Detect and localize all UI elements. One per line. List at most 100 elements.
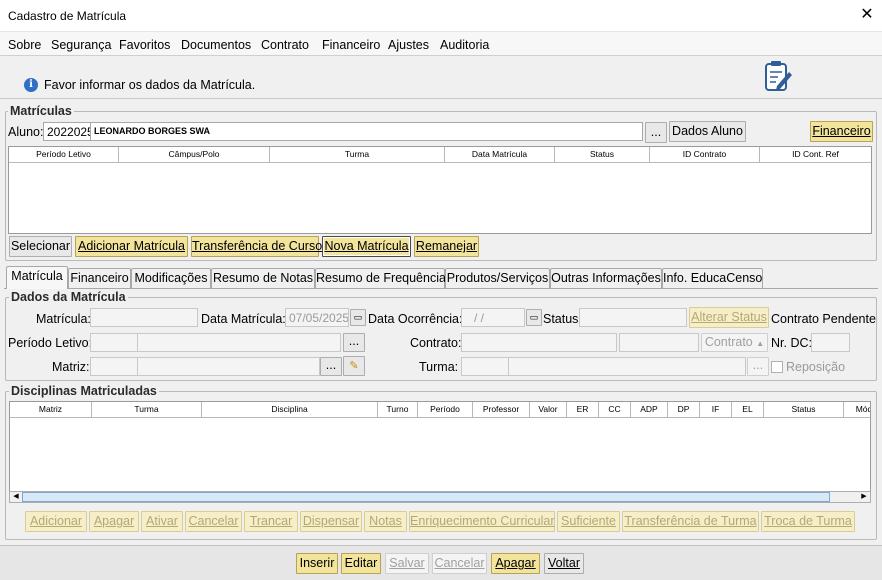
matriz-code-field[interactable] xyxy=(90,357,138,376)
disciplinas-table[interactable]: Matriz Turma Disciplina Turno Período Pr… xyxy=(9,401,871,503)
col-el[interactable]: EL xyxy=(732,402,764,418)
col-if[interactable]: IF xyxy=(700,402,732,418)
status-field[interactable] xyxy=(579,308,687,327)
col-id-cont-ref[interactable]: ID Cont. Ref xyxy=(760,147,871,163)
col-adp[interactable]: ADP xyxy=(631,402,668,418)
col-status[interactable]: Status xyxy=(764,402,844,418)
dispensar-button[interactable]: Dispensar xyxy=(300,511,362,532)
chevron-up-icon: ▲ xyxy=(756,339,765,348)
contrato-dropdown[interactable]: Contrato ▲ xyxy=(701,333,768,352)
matriz-search-button[interactable]: ... xyxy=(320,357,342,376)
col-data-matricula[interactable]: Data Matrícula xyxy=(445,147,555,163)
window-title: Cadastro de Matrícula xyxy=(8,9,127,23)
col-dp[interactable]: DP xyxy=(668,402,700,418)
col-turma[interactable]: Turma xyxy=(92,402,202,418)
salvar-button[interactable]: Salvar xyxy=(385,553,429,574)
tab-financeiro[interactable]: Financeiro xyxy=(68,268,131,288)
horizontal-scrollbar[interactable]: ◀ ▶ xyxy=(9,491,871,503)
matricula-field[interactable] xyxy=(90,308,198,327)
col-disciplina[interactable]: Disciplina xyxy=(202,402,378,418)
scroll-left-icon[interactable]: ◀ xyxy=(10,492,22,502)
scroll-right-icon[interactable]: ▶ xyxy=(858,492,870,502)
col-cc[interactable]: CC xyxy=(599,402,631,418)
inserir-button[interactable]: Inserir xyxy=(296,553,338,574)
adicionar-matricula-button[interactable]: Adicionar Matrícula xyxy=(75,236,188,257)
menu-financeiro[interactable]: Financeiro xyxy=(322,38,380,52)
aluno-name-field[interactable]: LEONARDO BORGES SWA xyxy=(90,122,643,141)
col-status[interactable]: Status xyxy=(555,147,650,163)
apagar-footer-button[interactable]: Apagar xyxy=(491,553,540,574)
turma-desc-field[interactable] xyxy=(508,357,746,376)
menu-auditoria[interactable]: Auditoria xyxy=(440,38,489,52)
tab-produtos-servicos[interactable]: Produtos/Serviços xyxy=(445,268,550,288)
data-matricula-field[interactable]: 07/05/2025 xyxy=(285,308,349,327)
contrato-extra-field[interactable] xyxy=(619,333,699,352)
tab-modificacoes[interactable]: Modificações xyxy=(131,268,211,288)
close-icon[interactable]: ✕ xyxy=(856,4,878,26)
matriculas-table[interactable]: Período Letivo Câmpus/Polo Turma Data Ma… xyxy=(8,146,872,234)
troca-turma-button[interactable]: Troca de Turma xyxy=(761,511,855,532)
col-turno[interactable]: Turno xyxy=(378,402,418,418)
matriz-desc-field[interactable] xyxy=(137,357,320,376)
adicionar-button[interactable]: Adicionar xyxy=(25,511,87,532)
col-periodo-letivo[interactable]: Período Letivo xyxy=(9,147,119,163)
tab-outras-informacoes[interactable]: Outras Informações xyxy=(550,268,662,288)
menu-favoritos[interactable]: Favoritos xyxy=(119,38,170,52)
reposicao-checkbox[interactable] xyxy=(771,361,783,373)
col-er[interactable]: ER xyxy=(567,402,599,418)
col-matriz[interactable]: Matriz xyxy=(10,402,92,418)
data-matricula-label: Data Matrícula: xyxy=(201,312,286,326)
cancelar-button[interactable]: Cancelar xyxy=(185,511,242,532)
periodo-desc-field[interactable] xyxy=(137,333,341,352)
col-professor[interactable]: Professor xyxy=(473,402,530,418)
remanejar-button[interactable]: Remanejar xyxy=(414,236,479,257)
tab-info-educacenso[interactable]: Info. EducaCenso xyxy=(662,268,763,288)
calendar-icon[interactable]: ▭ xyxy=(350,309,366,326)
matriculas-title: Matrículas xyxy=(8,104,74,118)
col-id-contrato[interactable]: ID Contrato xyxy=(650,147,760,163)
document-edit-icon[interactable] xyxy=(763,60,793,94)
selecionar-button[interactable]: Selecionar xyxy=(9,236,72,257)
scroll-thumb[interactable] xyxy=(22,492,830,502)
alterar-status-button[interactable]: Alterar Status xyxy=(689,307,769,328)
menu-contrato[interactable]: Contrato xyxy=(261,38,309,52)
col-valor[interactable]: Valor xyxy=(530,402,567,418)
calendar-icon[interactable]: ▭ xyxy=(526,309,542,326)
notas-button[interactable]: Notas xyxy=(364,511,407,532)
financeiro-button[interactable]: Financeiro xyxy=(810,121,873,142)
turma-code-field[interactable] xyxy=(461,357,509,376)
turma-search-button[interactable]: ... xyxy=(747,357,769,376)
periodo-search-button[interactable]: ... xyxy=(343,333,365,352)
cancelar-footer-button[interactable]: Cancelar xyxy=(432,553,487,574)
tab-matricula[interactable]: Matrícula xyxy=(6,266,68,289)
trancar-button[interactable]: Trancar xyxy=(244,511,298,532)
contrato-field[interactable] xyxy=(461,333,617,352)
enriquecimento-curricular-button[interactable]: Enriquecimento Curricular xyxy=(409,511,555,532)
menu-sobre[interactable]: Sobre xyxy=(8,38,41,52)
aluno-search-button[interactable]: ... xyxy=(645,122,667,143)
dados-aluno-button[interactable]: Dados Aluno xyxy=(669,121,746,142)
menu-documentos[interactable]: Documentos xyxy=(181,38,251,52)
nr-dc-field[interactable] xyxy=(811,333,850,352)
apagar-button[interactable]: Apagar xyxy=(89,511,139,532)
data-ocorrencia-field[interactable]: / / xyxy=(461,308,525,327)
transferencia-turma-button[interactable]: Transferência de Turma xyxy=(622,511,759,532)
periodo-code-field[interactable] xyxy=(90,333,138,352)
col-modulo[interactable]: Mód xyxy=(844,402,870,418)
nova-matricula-button[interactable]: Nova Matrícula xyxy=(322,236,411,257)
col-periodo[interactable]: Período xyxy=(418,402,473,418)
menu-ajustes[interactable]: Ajustes xyxy=(388,38,429,52)
menu-seguranca[interactable]: Segurança xyxy=(51,38,111,52)
transferencia-curso-button[interactable]: Transferência de Curso xyxy=(191,236,322,257)
pencil-icon[interactable]: ✎ xyxy=(343,356,365,376)
col-turma[interactable]: Turma xyxy=(270,147,445,163)
reposicao-label: Reposição xyxy=(786,360,846,374)
suficiente-button[interactable]: Suficiente xyxy=(557,511,620,532)
voltar-button[interactable]: Voltar xyxy=(544,553,584,574)
editar-button[interactable]: Editar xyxy=(341,553,381,574)
ativar-button[interactable]: Ativar xyxy=(141,511,183,532)
tab-resumo-notas[interactable]: Resumo de Notas xyxy=(211,268,315,288)
tab-resumo-frequencia[interactable]: Resumo de Frequência xyxy=(315,268,446,288)
col-campus-polo[interactable]: Câmpus/Polo xyxy=(119,147,270,163)
aluno-code-field[interactable]: 2022025 xyxy=(43,122,91,141)
